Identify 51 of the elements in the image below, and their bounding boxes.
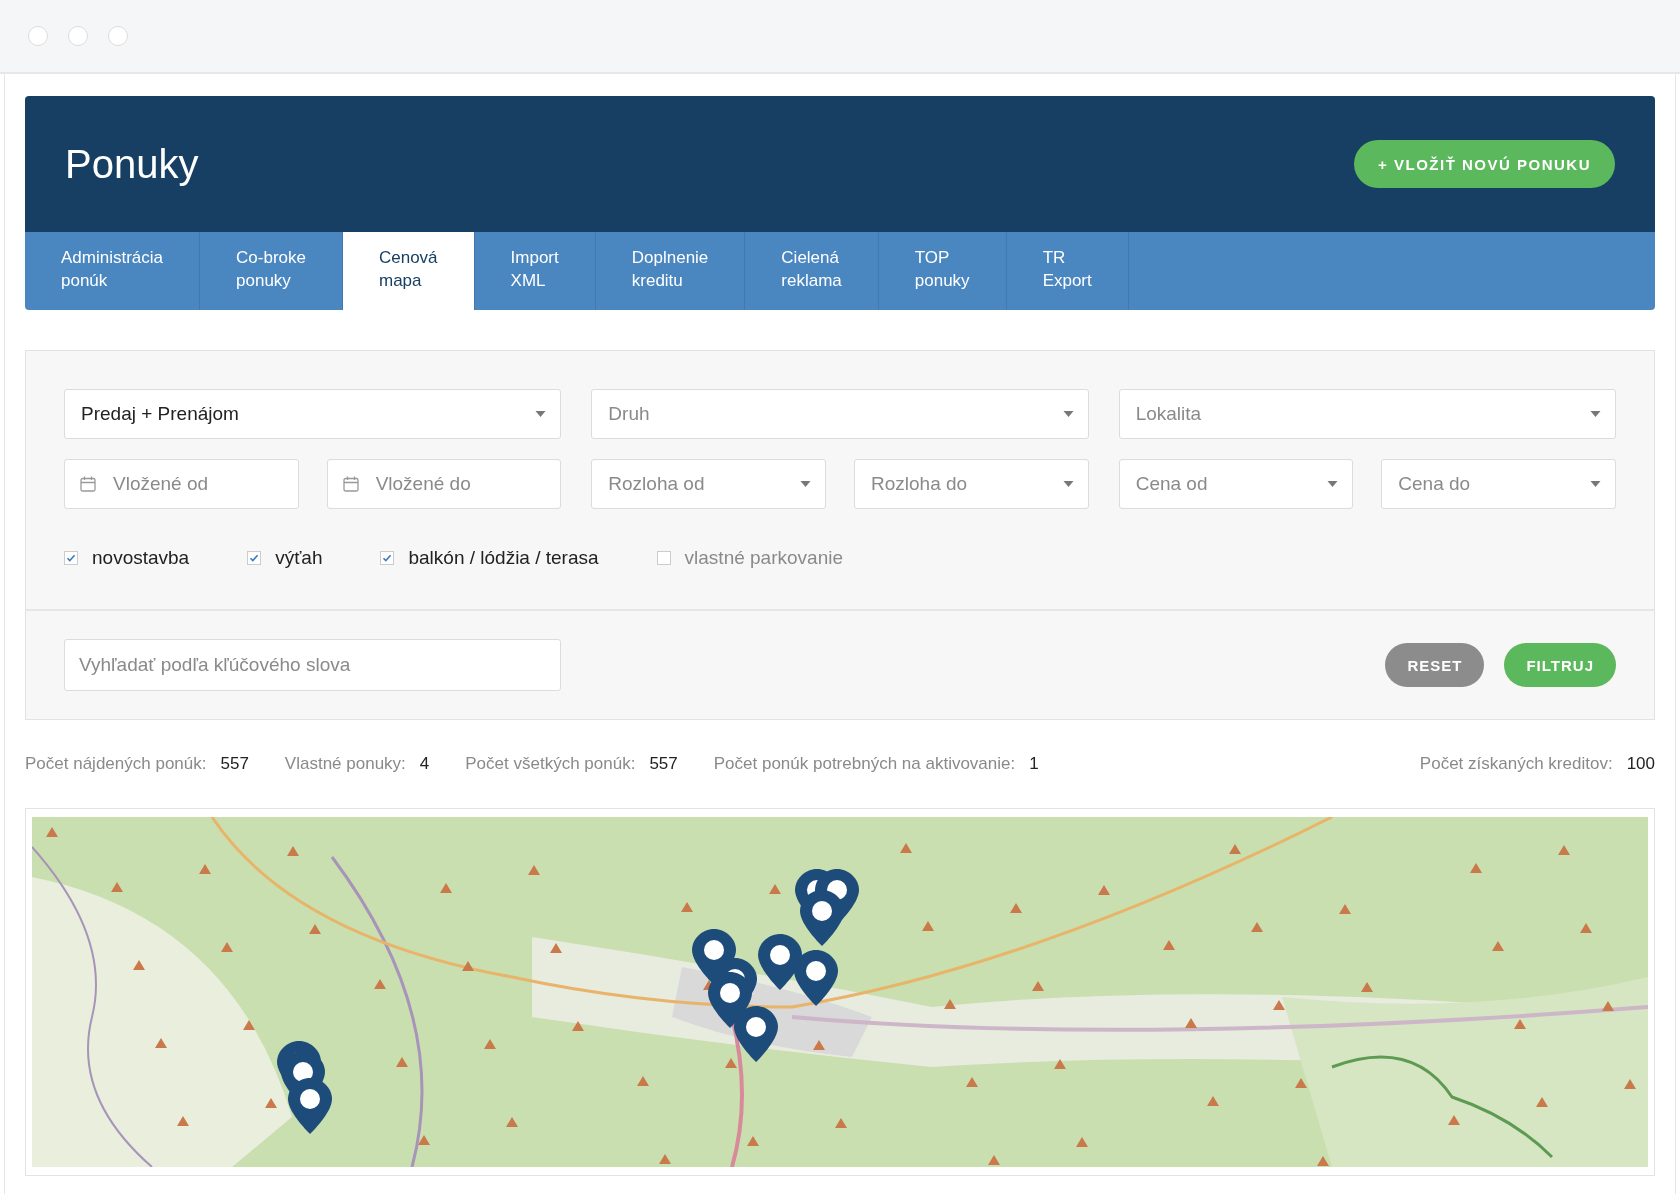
stat-value: 557 [220,754,249,774]
dropdown[interactable]: Predaj + Prenájom [64,389,562,439]
stat-label: Vlastné ponuky: [284,754,406,774]
nav-tab[interactable]: Cielená reklama [745,232,879,310]
nav-tab[interactable]: Cenová mapa [342,232,475,310]
stat-label: Počet ponúk potrebných na aktivovanie: [713,754,1016,774]
date-field[interactable]: Vložené do [326,459,562,509]
checkbox[interactable] [380,551,395,565]
nav-tab[interactable]: Import XML [474,232,596,310]
date-field[interactable]: Vložené od [64,459,299,509]
stat-value: 4 [419,754,430,774]
checkbox[interactable] [247,551,262,565]
dropdown[interactable]: Lokalita [1118,389,1616,439]
search-field[interactable]: Vyhľadať podľa kľúčového slova [64,639,561,691]
nav-tab[interactable]: Administrácia ponúk [25,232,201,310]
page-title: Ponuky [65,141,199,187]
dropdown[interactable]: Rozloha do [854,459,1089,509]
stat-value: 100 [1626,754,1655,774]
nav-tab[interactable]: TR Export [1006,232,1129,310]
dropdown[interactable]: Rozloha od [591,459,826,509]
checkbox[interactable] [656,551,671,565]
dropdown[interactable]: Druh [591,389,1089,439]
calendar-icon [80,476,96,492]
reset-button[interactable]: RESET [1385,643,1485,687]
checkbox-label: novostavba [92,547,190,569]
caret-icon [1062,411,1074,417]
map-pins-drawing[interactable] [691,869,859,1063]
nav-tab[interactable]: Co-broke ponuky [200,232,343,310]
dropdown[interactable]: Cena do [1381,459,1616,509]
checkbox-label: vlastné parkovanie [684,547,843,569]
caret-icon [1590,481,1601,487]
calendar-icon [342,476,359,492]
stat-label: Počet získaných kreditov: [1419,754,1613,774]
nav-tab[interactable]: TOP ponuky [878,232,1007,310]
map-pins-drawing[interactable] [276,1040,332,1135]
stat-label: Počet nájdených ponúk: [25,754,207,774]
checkbox[interactable] [64,551,78,565]
caret-icon [1327,481,1339,487]
stat-label: Počet všetkých ponúk: [465,754,636,774]
caret-icon [1590,411,1601,417]
stat-value: 557 [649,754,678,774]
caret-icon [1062,481,1074,487]
caret-icon [535,411,547,417]
caret-icon [800,481,811,487]
add-offer-button[interactable]: + VLOŽIŤ NOVÚ PONUKU [1354,140,1615,188]
nav-tab[interactable]: Doplnenie kreditu [595,232,746,310]
filter-button[interactable]: FILTRUJ [1504,643,1616,687]
checkbox-label: balkón / lódžia / terasa [408,547,599,569]
checkbox-label: výťah [275,547,323,569]
stat-value: 1 [1029,754,1039,774]
dropdown[interactable]: Cena od [1118,459,1354,509]
